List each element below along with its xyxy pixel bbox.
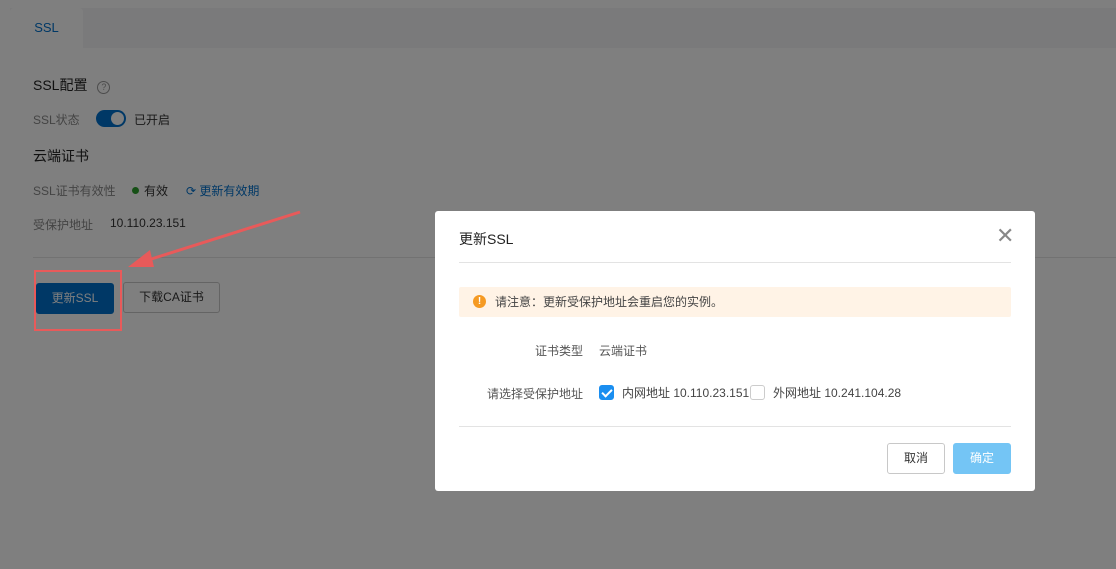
intranet-checkbox[interactable] [599, 385, 614, 400]
cert-type-value: 云端证书 [599, 344, 648, 358]
confirm-button[interactable]: 确定 [953, 443, 1011, 474]
dialog-title: 更新SSL [459, 231, 514, 247]
option-intranet[interactable]: 内网地址 10.110.23.151 [599, 384, 749, 401]
update-ssl-dialog: 更新SSL ✕ ! 请注意：更新受保护地址会重启您的实例。 证书类型 云端证书 请… [435, 211, 1035, 491]
alert-text: 请注意：更新受保护地址会重启您的实例。 [495, 295, 724, 309]
close-icon[interactable]: ✕ [996, 225, 1014, 247]
option-internet[interactable]: 外网地址 10.241.104.28 [750, 384, 901, 401]
cancel-button[interactable]: 取消 [887, 443, 945, 474]
dialog-header-divider [459, 262, 1011, 263]
dialog-footer-divider [459, 426, 1011, 427]
intranet-label: 内网地址 10.110.23.151 [622, 386, 750, 400]
cert-type-label: 证书类型 [534, 344, 583, 358]
internet-checkbox[interactable] [750, 385, 765, 400]
warning-icon: ! [473, 295, 486, 308]
warning-alert: ! 请注意：更新受保护地址会重启您的实例。 [459, 287, 1011, 317]
internet-label: 外网地址 10.241.104.28 [773, 386, 902, 400]
address-label: 请选择受保护地址 [486, 387, 583, 401]
